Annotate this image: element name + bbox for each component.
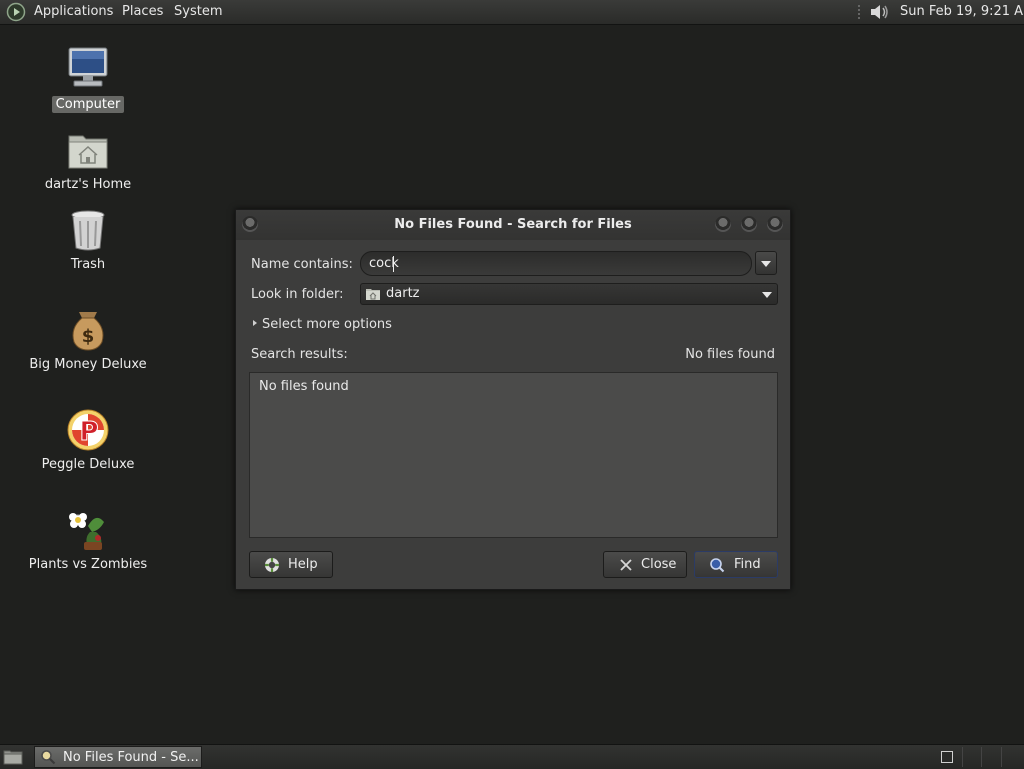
menu-applications[interactable]: Applications [34,4,113,19]
bottom-panel: No Files Found - Se... [0,744,1024,769]
chevron-down-icon [762,292,772,298]
desktop-icon-plants-vs-zombies[interactable]: Plants vs Zombies [18,508,158,578]
help-lifebuoy-icon [265,558,279,572]
clock[interactable]: Sun Feb 19, 9:21 AM [900,4,1024,19]
panel-grip-icon [858,5,860,19]
workspace-switcher-area[interactable] [962,747,1021,767]
search-icon [710,558,725,573]
results-message: No files found [259,379,349,394]
text-caret [393,256,394,272]
desktop-icon-home[interactable]: dartz's Home [18,128,158,198]
show-desktop-icon[interactable] [3,748,23,765]
search-results-label: Search results: [251,347,348,362]
search-icon [41,750,56,765]
svg-text:P: P [79,417,98,447]
menu-system[interactable]: System [174,4,222,19]
home-folder-icon [366,289,380,300]
find-button[interactable]: Find [694,551,778,578]
expander-arrow-icon[interactable] [253,320,257,326]
desktop-icon-trash[interactable]: Trash [18,208,158,278]
close-button[interactable]: Close [603,551,687,578]
close-window-button[interactable] [767,216,783,232]
menu-places[interactable]: Places [122,4,163,19]
search-for-files-dialog: No Files Found - Search for Files Name c… [235,209,791,590]
desktop-icon-peggle[interactable]: P Peggle Deluxe [18,408,158,478]
minimize-button[interactable] [715,216,731,232]
help-button-label: Help [288,557,318,572]
name-contains-label: Name contains: [251,257,353,272]
trash-icon [71,210,105,251]
home-folder-icon [68,135,108,169]
plants-vs-zombies-icon [69,513,104,550]
svg-text:$: $ [82,326,95,347]
chevron-down-icon [761,261,771,267]
desktop-icon-label: Peggle Deluxe [41,457,135,472]
close-icon [620,559,632,571]
desktop-icon-big-money[interactable]: $ Big Money Deluxe [18,308,158,378]
name-input-frame [360,251,752,276]
desktop-icon-label: Computer [51,96,125,113]
search-results-list[interactable]: No files found [249,372,778,538]
desktop-icon-label: Trash [70,257,106,272]
name-contains-input[interactable] [369,254,739,273]
dialog-title: No Files Found - Search for Files [394,217,632,232]
folder-value: dartz [386,286,420,301]
select-more-options-expander[interactable]: Select more options [262,317,392,332]
results-status: No files found [685,347,775,362]
money-bag-icon: $ [72,312,104,351]
find-button-label: Find [734,557,761,572]
help-button[interactable]: Help [249,551,333,578]
desktop-icon-label: Plants vs Zombies [28,557,148,572]
desktop-icon-computer[interactable]: Computer [18,46,158,116]
volume-icon[interactable] [868,2,892,22]
workspace-switcher-1[interactable] [941,751,953,763]
look-in-folder-label: Look in folder: [251,287,344,302]
maximize-button[interactable] [741,216,757,232]
taskbar-window-label: No Files Found - Se... [63,750,199,765]
peggle-icon: P [67,409,109,451]
top-panel: Applications Places System Sun Feb 19, 9… [0,0,1024,25]
distro-logo-icon[interactable] [6,2,26,22]
look-in-folder-combo[interactable]: dartz [360,283,778,305]
desktop-icon-label: Big Money Deluxe [29,357,147,372]
dialog-titlebar[interactable]: No Files Found - Search for Files [236,210,790,240]
desktop-icon-label: dartz's Home [44,177,132,192]
computer-icon [68,47,108,87]
close-button-label: Close [641,557,677,572]
taskbar-window-button[interactable]: No Files Found - Se... [34,746,202,768]
name-history-dropdown-button[interactable] [755,251,777,275]
